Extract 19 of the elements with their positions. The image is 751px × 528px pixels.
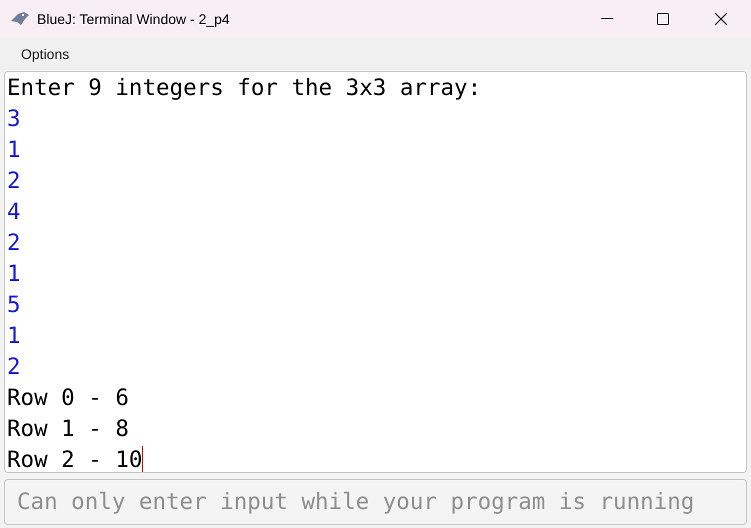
menu-item[interactable]: Options: [12, 44, 78, 64]
window-title: BlueJ: Terminal Window - 2_p4: [37, 10, 230, 29]
input-echo-line: 2: [7, 167, 21, 196]
minimize-icon: [601, 18, 613, 20]
text-cursor: [142, 446, 144, 472]
input-echo-line: 5: [7, 291, 21, 320]
output-line: Row 2 - 10: [7, 446, 142, 472]
input-echo-line: 3: [7, 105, 21, 134]
input-echo-line: 4: [7, 198, 21, 227]
output-line: Enter 9 integers for the 3x3 array:: [7, 74, 482, 103]
input-echo-line: 1: [7, 136, 21, 165]
input-echo-line: 1: [7, 260, 21, 289]
input-echo-line: 1: [7, 322, 21, 351]
close-icon: [715, 13, 727, 25]
output-line: Row 0 - 6: [7, 384, 129, 413]
input-echo-line: 2: [7, 353, 21, 382]
input-echo-line: 2: [7, 229, 21, 258]
output-line: Row 1 - 8: [7, 415, 129, 444]
maximize-icon: [657, 13, 669, 25]
